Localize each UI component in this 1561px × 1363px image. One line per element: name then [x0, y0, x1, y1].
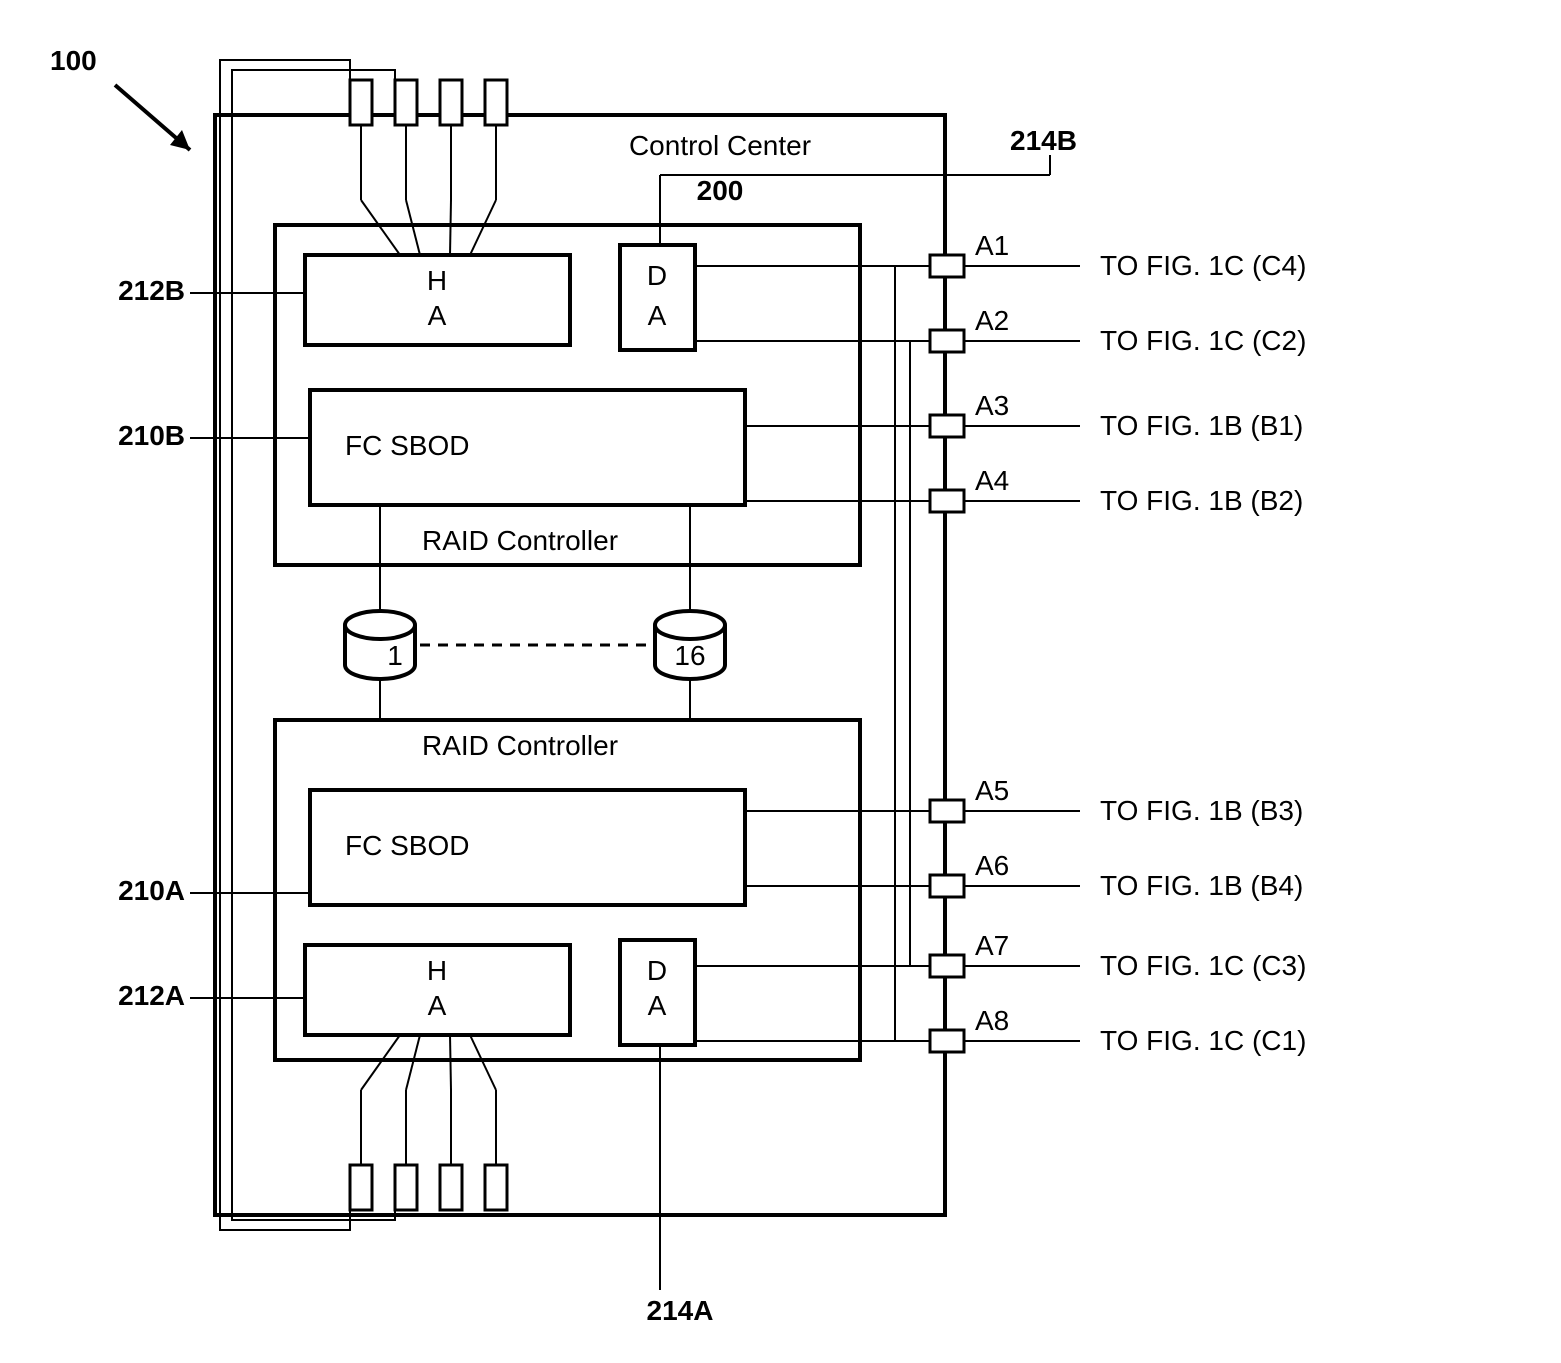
svg-text:A5: A5 — [975, 775, 1009, 806]
figure-ref-label: 100 — [50, 45, 97, 76]
raid-top-label: RAID Controller — [422, 525, 618, 556]
da-bot-l1: D — [647, 955, 667, 986]
svg-text:TO FIG. 1B (B4): TO FIG. 1B (B4) — [1100, 870, 1303, 901]
svg-text:16: 16 — [674, 640, 705, 671]
control-center-label: Control Center — [629, 130, 811, 161]
svg-text:TO FIG. 1B (B3): TO FIG. 1B (B3) — [1100, 795, 1303, 826]
svg-text:A2: A2 — [975, 305, 1009, 336]
ref-214b: 214B — [1010, 125, 1077, 156]
da-bot-l2: A — [648, 990, 667, 1021]
svg-text:A4: A4 — [975, 465, 1009, 496]
svg-text:A3: A3 — [975, 390, 1009, 421]
svg-text:1: 1 — [387, 640, 403, 671]
svg-text:TO FIG. 1B (B2): TO FIG. 1B (B2) — [1100, 485, 1303, 516]
sbod-top-label: FC SBOD — [345, 430, 469, 461]
ref-214a: 214A — [647, 1295, 714, 1326]
svg-text:A1: A1 — [975, 230, 1009, 261]
raid-bottom-label: RAID Controller — [422, 730, 618, 761]
ha-bot-l1: H — [427, 955, 447, 986]
diagram-svg: 100 Control Center 200 RAID Controller H… — [0, 0, 1561, 1363]
svg-text:A7: A7 — [975, 930, 1009, 961]
ref-212a: 212A — [118, 980, 185, 1011]
ref-210b: 210B — [118, 420, 185, 451]
svg-text:TO FIG. 1B (B1): TO FIG. 1B (B1) — [1100, 410, 1303, 441]
ha-bot-l2: A — [428, 990, 447, 1021]
control-center-ref: 200 — [697, 175, 744, 206]
svg-text:TO FIG. 1C (C1): TO FIG. 1C (C1) — [1100, 1025, 1306, 1056]
svg-text:A8: A8 — [975, 1005, 1009, 1036]
da-top-l2: A — [648, 300, 667, 331]
sbod-bottom-label: FC SBOD — [345, 830, 469, 861]
ref-210a: 210A — [118, 875, 185, 906]
ha-top-l2: A — [428, 300, 447, 331]
ha-top-l1: H — [427, 265, 447, 296]
svg-text:TO FIG. 1C (C3): TO FIG. 1C (C3) — [1100, 950, 1306, 981]
ref-212b: 212B — [118, 275, 185, 306]
da-top-l1: D — [647, 260, 667, 291]
svg-text:A6: A6 — [975, 850, 1009, 881]
svg-text:TO FIG. 1C (C4): TO FIG. 1C (C4) — [1100, 250, 1306, 281]
svg-text:TO FIG. 1C (C2): TO FIG. 1C (C2) — [1100, 325, 1306, 356]
